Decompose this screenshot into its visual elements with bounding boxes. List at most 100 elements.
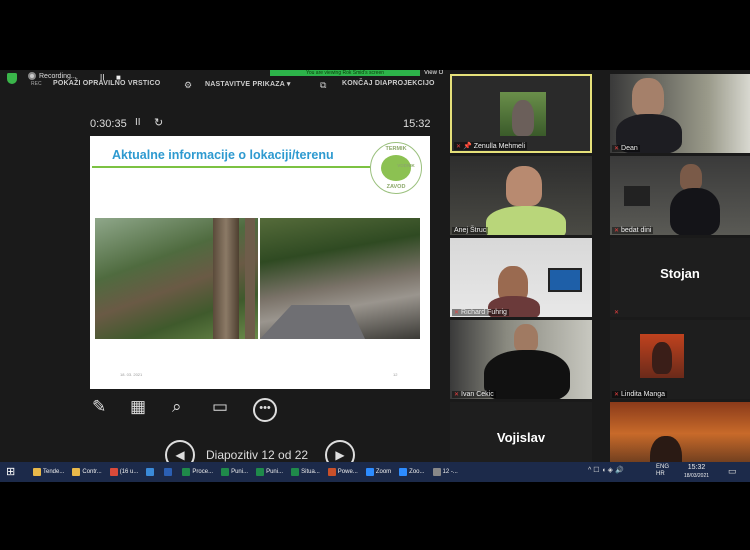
end-slideshow-button[interactable]: KONČAJ DIAPROJEKCIJO (342, 80, 435, 87)
recording-label: Recording... (39, 72, 77, 80)
participant-tile[interactable]: Anej Štruc (450, 156, 592, 235)
taskbar-date: 18/03/2021 (684, 473, 710, 479)
participant-tile[interactable]: ✕ Dean (610, 74, 750, 153)
slide-title: Aktualne informacije o lokaciji/terenu (112, 148, 334, 162)
lang-code: ENG (656, 464, 670, 470)
recording-sub-label: REC (31, 81, 42, 87)
participant-name-text: Lindita Manga (621, 391, 666, 398)
road (260, 305, 365, 339)
taskbar-app-button[interactable]: Tende... (30, 462, 67, 482)
participant-video (500, 92, 546, 136)
show-taskbar-button[interactable]: POKAŽI OPRAVILNO VRSTICO (53, 80, 160, 87)
screen-share-toolbar: Recording... REC II ■ POKAŽI OPRAVILNO V… (0, 70, 448, 98)
logo-text-top: TERMIK (385, 146, 407, 152)
taskbar-app-button[interactable]: Powe... (325, 462, 361, 482)
taskbar-app-label: Powe... (337, 469, 358, 475)
windows-start-icon[interactable]: ⊞ (6, 466, 15, 478)
zoom-screen-share: Recording... REC II ■ POKAŽI OPRAVILNO V… (0, 70, 750, 482)
participant-tile[interactable]: ✕ bedat dini (610, 156, 750, 235)
participant-name: ✕ bedat dini (612, 227, 654, 234)
participant-face (632, 78, 664, 116)
end-slideshow-icon: ⧉ (320, 80, 327, 90)
participant-name-text: Ivan Cekic (461, 391, 494, 398)
taskbar-app-button[interactable]: Proce... (179, 462, 216, 482)
participant-tile[interactable]: ✕ 📌 Zenulla Mehmeli (450, 74, 592, 153)
slide-title-rule (92, 166, 370, 168)
taskbar-app-button[interactable] (143, 462, 159, 482)
organization-logo: TERMIK ZAVOD VODNIK (370, 142, 422, 194)
taskbar-app-button[interactable]: Situa... (288, 462, 323, 482)
zoom-slide-icon[interactable]: ⌕ (172, 397, 182, 417)
elapsed-timer: 0:30:35 (90, 118, 127, 130)
record-icon (28, 72, 36, 80)
participant-name-text: Anej Štruc (454, 227, 487, 234)
taskbar-items: Tende... Contr... (16 u... Proce... Puni... P… (30, 462, 463, 482)
taskbar-app-button[interactable]: Zoo... (396, 462, 427, 482)
restart-timer-button[interactable]: ↻ (154, 116, 163, 129)
input-language[interactable]: ENG HR (656, 464, 669, 478)
black-screen-icon[interactable]: ▭ (212, 397, 228, 417)
pin-icon: 📌 (463, 143, 472, 150)
taskbar-app-label: Proce... (192, 469, 214, 475)
participant-name: ✕ Ivan Cekic (452, 391, 496, 398)
participant-body (484, 350, 570, 399)
taskbar-app-label: Tende... (43, 469, 65, 475)
participant-face (506, 166, 542, 206)
participant-tile[interactable]: ✕ Lindita Manga (610, 320, 750, 399)
participant-name-placeholder: Vojislav (496, 430, 546, 445)
participant-avatar (640, 334, 684, 378)
taskbar-clock[interactable]: 15:32 18/03/2021 (684, 463, 709, 481)
taskbar-app-button[interactable] (161, 462, 177, 482)
notifications-icon[interactable]: ▭ (728, 466, 737, 477)
muted-mic-icon: ✕ (454, 392, 460, 398)
zoom-icon (399, 468, 408, 476)
taskbar-app-button[interactable]: Puni... (253, 462, 286, 482)
participant-name-text: Richard Fuhrig (461, 309, 507, 316)
participant-body (486, 206, 566, 235)
muted-mic-icon: ✕ (614, 228, 620, 234)
folder-icon (72, 468, 81, 476)
display-settings-button[interactable]: NASTAVITVE PRIKAZA ▾ (205, 80, 291, 88)
taskbar-app-button[interactable]: (16 u... (107, 462, 142, 482)
participant-tile[interactable]: Stojan ✕ (610, 238, 750, 317)
tree-trunk (245, 218, 255, 339)
logo-text-bottom: ZAVOD (386, 184, 406, 190)
participant-name-text: Zenulla Mehmeli (473, 143, 526, 150)
participant-name: ✕ Lindita Manga (612, 391, 668, 398)
participant-face (514, 324, 538, 352)
file-icon (146, 468, 155, 476)
tray-icons[interactable]: ^ ☐ ◖ ◈ 🔊 (588, 466, 624, 474)
word-icon (164, 468, 173, 476)
see-all-slides-icon[interactable]: ▦ (130, 397, 146, 417)
muted-mic-icon: ✕ (614, 146, 620, 152)
taskbar-app-button[interactable]: Puni... (218, 462, 251, 482)
logo-text-right: VODNIK (397, 163, 415, 168)
taskbar-time: 15:32 (687, 464, 706, 471)
slide-number: 12 (393, 372, 398, 377)
more-options-icon[interactable]: ••• (253, 398, 277, 422)
current-slide: Aktualne informacije o lokaciji/terenu T… (90, 136, 430, 389)
taskbar-app-label: (16 u... (119, 469, 139, 475)
participant-tile[interactable]: ✕ Ivan Cekic (450, 320, 592, 399)
monitor (624, 186, 650, 206)
pen-tool-icon[interactable]: ✎ (92, 397, 106, 417)
taskbar-app-button[interactable]: Zoom (363, 462, 394, 482)
security-shield-icon (7, 73, 17, 84)
excel-icon (291, 468, 300, 476)
participant-name: ✕ 📌 Zenulla Mehmeli (454, 142, 528, 150)
powerpoint-icon (327, 468, 336, 476)
excel-icon (256, 468, 265, 476)
taskbar-app-button[interactable]: 12 -... (430, 462, 461, 482)
participant-face (680, 164, 702, 190)
viewing-screen-banner: You are viewing Rok Šmid's screen (270, 70, 420, 76)
participant-body (670, 188, 720, 235)
taskbar-app-label: Zoom (375, 469, 392, 475)
view-options-button[interactable]: View O (424, 70, 443, 76)
excel-icon (221, 468, 230, 476)
participant-tile[interactable]: ✕ Richard Fuhrig (450, 238, 592, 317)
pause-timer-button[interactable]: II (135, 117, 141, 128)
taskbar-app-button[interactable]: Contr... (69, 462, 104, 482)
participant-name: ✕ (612, 309, 623, 316)
muted-mic-icon: ✕ (454, 310, 460, 316)
participant-figure (512, 100, 534, 136)
